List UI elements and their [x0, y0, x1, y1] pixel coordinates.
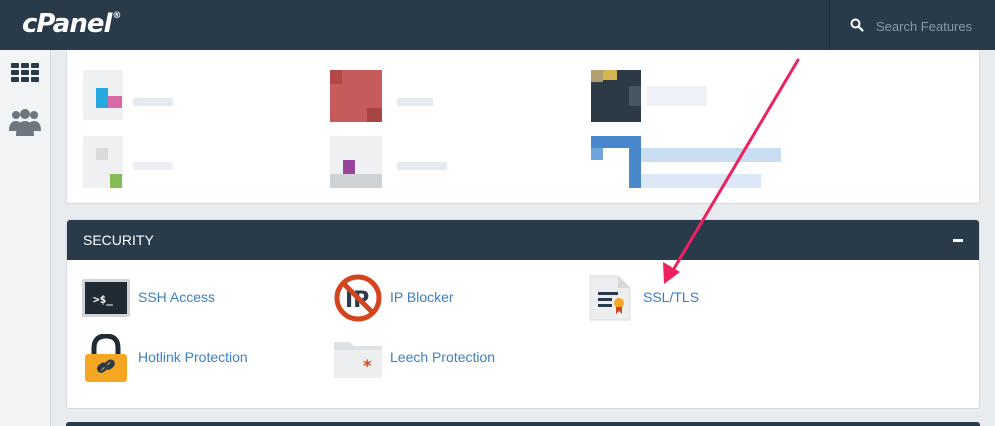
padlock-icon: [85, 334, 127, 382]
svg-text:*: *: [363, 356, 372, 375]
ssl-tls-link[interactable]: SSL/TLS: [586, 274, 786, 322]
ip-blocker-label: IP Blocker: [390, 289, 454, 305]
security-panel-header[interactable]: SECURITY: [67, 220, 979, 260]
ssh-access-link[interactable]: >$_ SSH Access: [82, 274, 282, 322]
pixelated-content: [83, 70, 781, 188]
folder-icon: *: [334, 342, 382, 378]
leech-protection-link[interactable]: * Leech Protection: [334, 334, 554, 382]
ip-blocker-icon: IP: [334, 274, 382, 322]
search-icon: [850, 18, 864, 32]
ssh-access-label: SSH Access: [138, 289, 216, 305]
hotlink-protection-link[interactable]: Hotlink Protection: [82, 334, 302, 382]
ssl-tls-label: SSL/TLS: [643, 289, 700, 305]
collapse-minus-icon[interactable]: [953, 239, 963, 242]
search-box: [829, 0, 995, 50]
home-grid-icon[interactable]: [9, 60, 41, 90]
svg-text:>$_: >$_: [93, 293, 113, 306]
side-nav: [0, 50, 51, 426]
certificate-icon: [589, 275, 631, 321]
ip-blocker-link[interactable]: IP IP Blocker: [334, 274, 534, 322]
next-panel-header: [66, 422, 980, 426]
hotlink-protection-label: Hotlink Protection: [138, 349, 248, 365]
top-bar: cPanel®: [0, 0, 995, 50]
security-panel: SECURITY >$_ SSH Access IP IP Blocker: [66, 219, 980, 409]
upper-panel: [66, 50, 980, 204]
leech-protection-label: Leech Protection: [390, 349, 496, 365]
users-icon[interactable]: [9, 106, 41, 136]
cpanel-logo[interactable]: cPanel®: [22, 9, 121, 39]
search-input[interactable]: [874, 14, 990, 38]
terminal-icon: >$_: [82, 279, 130, 317]
security-title: SECURITY: [83, 232, 154, 248]
